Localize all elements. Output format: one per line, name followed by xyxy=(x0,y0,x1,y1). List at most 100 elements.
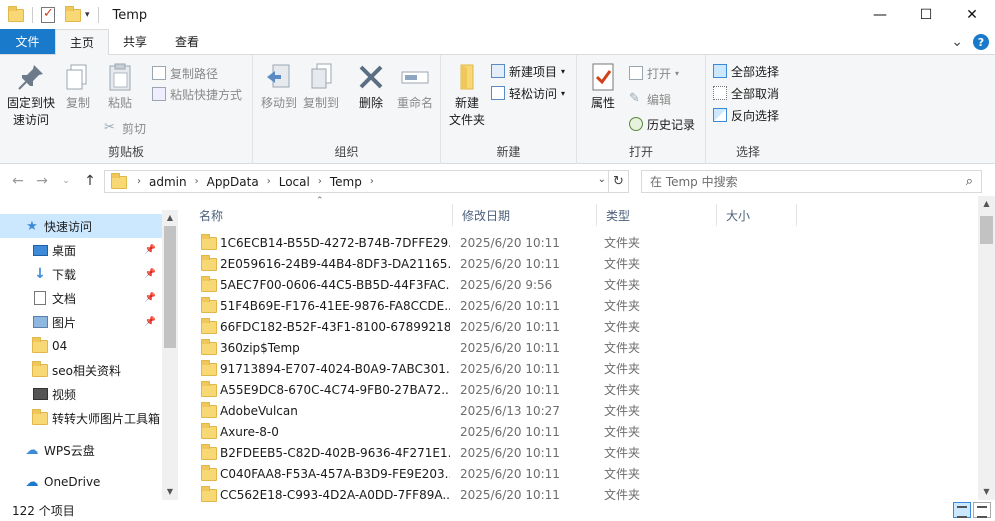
column-date[interactable]: 修改日期 xyxy=(453,204,597,226)
invert-selection-button[interactable]: 反向选择 xyxy=(713,105,779,125)
table-row[interactable]: AdobeVulcan 2025/6/13 10:27 文件夹 xyxy=(190,400,790,421)
file-list: ⌃ 名称 修改日期 类型 大小 1C6ECB14-B55D-4272-B74B-… xyxy=(190,196,978,502)
new-folder-button[interactable]: 新建 文件夹 xyxy=(445,61,489,129)
table-row[interactable]: 5AEC7F00-0606-44C5-BB5D-44F3FAC... 2025/6… xyxy=(190,274,790,295)
open-button[interactable]: 打开 ▾ xyxy=(629,63,679,83)
scroll-down-icon[interactable]: ▼ xyxy=(162,484,178,500)
new-item-icon xyxy=(491,64,505,78)
nav-item[interactable]: ↓ 下载 📌 xyxy=(0,262,162,286)
pin-quick-access-button[interactable]: 固定到快 速访问 xyxy=(4,61,58,129)
move-to-button[interactable]: 移动到 xyxy=(259,61,299,112)
rename-button[interactable]: 重命名 xyxy=(393,61,437,112)
easy-access-button[interactable]: 轻松访问 ▾ xyxy=(491,83,565,103)
search-input[interactable]: 在 Temp 中搜索 ⌕ xyxy=(641,170,982,193)
paste-shortcut-button[interactable]: 粘贴快捷方式 xyxy=(152,84,242,104)
customize-toolbar-arrow-icon[interactable]: ▾ xyxy=(85,10,90,20)
refresh-icon[interactable]: ↻ xyxy=(608,171,628,192)
video-icon xyxy=(32,388,48,400)
chevron-right-icon[interactable]: › xyxy=(314,176,326,187)
history-label: 历史记录 xyxy=(647,117,696,132)
nav-item[interactable]: 图片 📌 xyxy=(0,310,162,334)
table-row[interactable]: 91713894-E707-4024-B0A9-7ABC301... 2025/6… xyxy=(190,358,790,379)
clipboard-group-label: 剪贴板 xyxy=(107,145,144,159)
nav-item[interactable]: ☁ OneDrive xyxy=(0,470,162,494)
breadcrumb-admin[interactable]: admin xyxy=(145,175,191,189)
title-bar: ▾ Temp — ☐ ✕ xyxy=(0,0,995,30)
file-list-scrollbar-thumb[interactable] xyxy=(980,216,993,244)
back-arrow-icon[interactable]: ← xyxy=(6,173,30,189)
help-icon[interactable]: ? xyxy=(973,34,989,50)
tab-share[interactable]: 共享 xyxy=(109,29,161,54)
table-row[interactable]: A55E9DC8-670C-4C74-9FB0-27BA72... 2025/6/… xyxy=(190,379,790,400)
details-view-icon[interactable] xyxy=(953,502,971,518)
table-row[interactable]: 2E059616-24B9-44B4-8DF3-DA21165... 2025/6… xyxy=(190,253,790,274)
table-row[interactable]: 360zip$Temp 2025/6/20 10:11 文件夹 xyxy=(190,337,790,358)
scroll-up-icon[interactable]: ▲ xyxy=(978,196,995,212)
scroll-up-icon[interactable]: ▲ xyxy=(162,210,178,226)
table-row[interactable]: C040FAA8-F53A-457A-B3D9-FE9E203... 2025/6… xyxy=(190,463,790,484)
select-none-button[interactable]: 全部取消 xyxy=(713,83,779,103)
large-icons-view-icon[interactable] xyxy=(973,502,991,518)
address-bar[interactable]: › admin › AppData › Local › Temp › ⌄ ↻ xyxy=(104,170,629,193)
recent-locations-icon[interactable]: ⌄ xyxy=(54,176,78,186)
breadcrumb-appdata[interactable]: AppData xyxy=(203,175,263,189)
new-folder-icon[interactable] xyxy=(65,5,81,22)
nav-scrollbar[interactable]: ▲ ▼ xyxy=(162,210,178,500)
tab-view[interactable]: 查看 xyxy=(161,29,213,54)
delete-button[interactable]: 删除 xyxy=(353,61,389,112)
minimize-button[interactable]: — xyxy=(857,0,903,30)
close-button[interactable]: ✕ xyxy=(949,0,995,30)
breadcrumb-local[interactable]: Local xyxy=(275,175,314,189)
chevron-right-icon[interactable]: › xyxy=(191,176,203,187)
nav-item[interactable]: 转转大师图片工具箱 xyxy=(0,406,162,430)
paste-button[interactable]: 粘贴 xyxy=(100,61,140,112)
expand-ribbon-icon[interactable]: ⌄ xyxy=(951,34,963,50)
up-arrow-icon[interactable]: ↑ xyxy=(78,173,102,189)
file-list-scrollbar[interactable]: ▲ ▼ xyxy=(978,196,995,500)
nav-scrollbar-thumb[interactable] xyxy=(164,226,176,348)
nav-item[interactable]: seo相关资料 xyxy=(0,358,162,382)
properties-button[interactable]: 属性 xyxy=(583,61,623,112)
new-group: 新建 文件夹 新建项目 ▾ 轻松访问 ▾ 新建 xyxy=(441,55,577,164)
nav-item[interactable]: ☁ WPS云盘 xyxy=(0,438,162,462)
table-row[interactable]: B2FDEEB5-C82D-402B-9636-4F271E1... 2025/6… xyxy=(190,442,790,463)
file-type: 文件夹 xyxy=(604,341,641,355)
column-type[interactable]: 类型 xyxy=(597,204,717,226)
tab-file[interactable]: 文件 xyxy=(0,29,55,54)
maximize-button[interactable]: ☐ xyxy=(903,0,949,30)
tab-home[interactable]: 主页 xyxy=(55,29,110,55)
file-name: 1C6ECB14-B55D-4272-B74B-7DFFE29... xyxy=(220,235,450,250)
forward-arrow-icon[interactable]: → xyxy=(30,173,54,189)
file-date: 2025/6/20 10:11 xyxy=(460,256,560,271)
nav-item[interactable]: ★ 快速访问 xyxy=(0,214,162,238)
nav-item[interactable]: 视频 xyxy=(0,382,162,406)
select-all-button[interactable]: 全部选择 xyxy=(713,61,779,81)
chevron-right-icon[interactable]: › xyxy=(133,176,145,187)
copy-path-button[interactable]: 复制路径 xyxy=(152,63,218,83)
chevron-right-icon[interactable]: › xyxy=(263,176,275,187)
copy-to-button[interactable]: 复制到 xyxy=(301,61,341,112)
properties-check-icon[interactable] xyxy=(41,6,55,23)
breadcrumb-temp[interactable]: Temp xyxy=(326,175,366,189)
window-title: Temp xyxy=(112,7,148,23)
history-button[interactable]: 历史记录 xyxy=(629,114,695,134)
address-dropdown-icon[interactable]: ⌄ xyxy=(598,174,606,185)
column-name[interactable]: 名称 xyxy=(190,204,453,226)
nav-item[interactable]: 文档 📌 xyxy=(0,286,162,310)
table-row[interactable]: 51F4B69E-F176-41EE-9876-FA8CCDE... 2025/6… xyxy=(190,295,790,316)
chevron-right-icon[interactable]: › xyxy=(366,176,378,187)
cut-button[interactable]: ✂ 剪切 xyxy=(104,118,146,138)
column-size[interactable]: 大小 xyxy=(717,204,797,226)
nav-item[interactable]: 04 xyxy=(0,334,162,358)
nav-item[interactable]: 桌面 📌 xyxy=(0,238,162,262)
scroll-down-icon[interactable]: ▼ xyxy=(978,484,995,500)
file-name: 91713894-E707-4024-B0A9-7ABC301... xyxy=(220,361,450,376)
edit-button[interactable]: ✎ 编辑 xyxy=(629,89,671,109)
new-item-button[interactable]: 新建项目 ▾ xyxy=(491,61,565,81)
table-row[interactable]: Axure-8-0 2025/6/20 10:11 文件夹 xyxy=(190,421,790,442)
nav-item-label: WPS云盘 xyxy=(44,443,95,458)
table-row[interactable]: 66FDC182-B52F-43F1-8100-67899218... 2025/… xyxy=(190,316,790,337)
table-row[interactable]: 1C6ECB14-B55D-4272-B74B-7DFFE29... 2025/6… xyxy=(190,232,790,253)
copy-button[interactable]: 复制 xyxy=(60,61,96,112)
search-icon[interactable]: ⌕ xyxy=(966,174,973,189)
